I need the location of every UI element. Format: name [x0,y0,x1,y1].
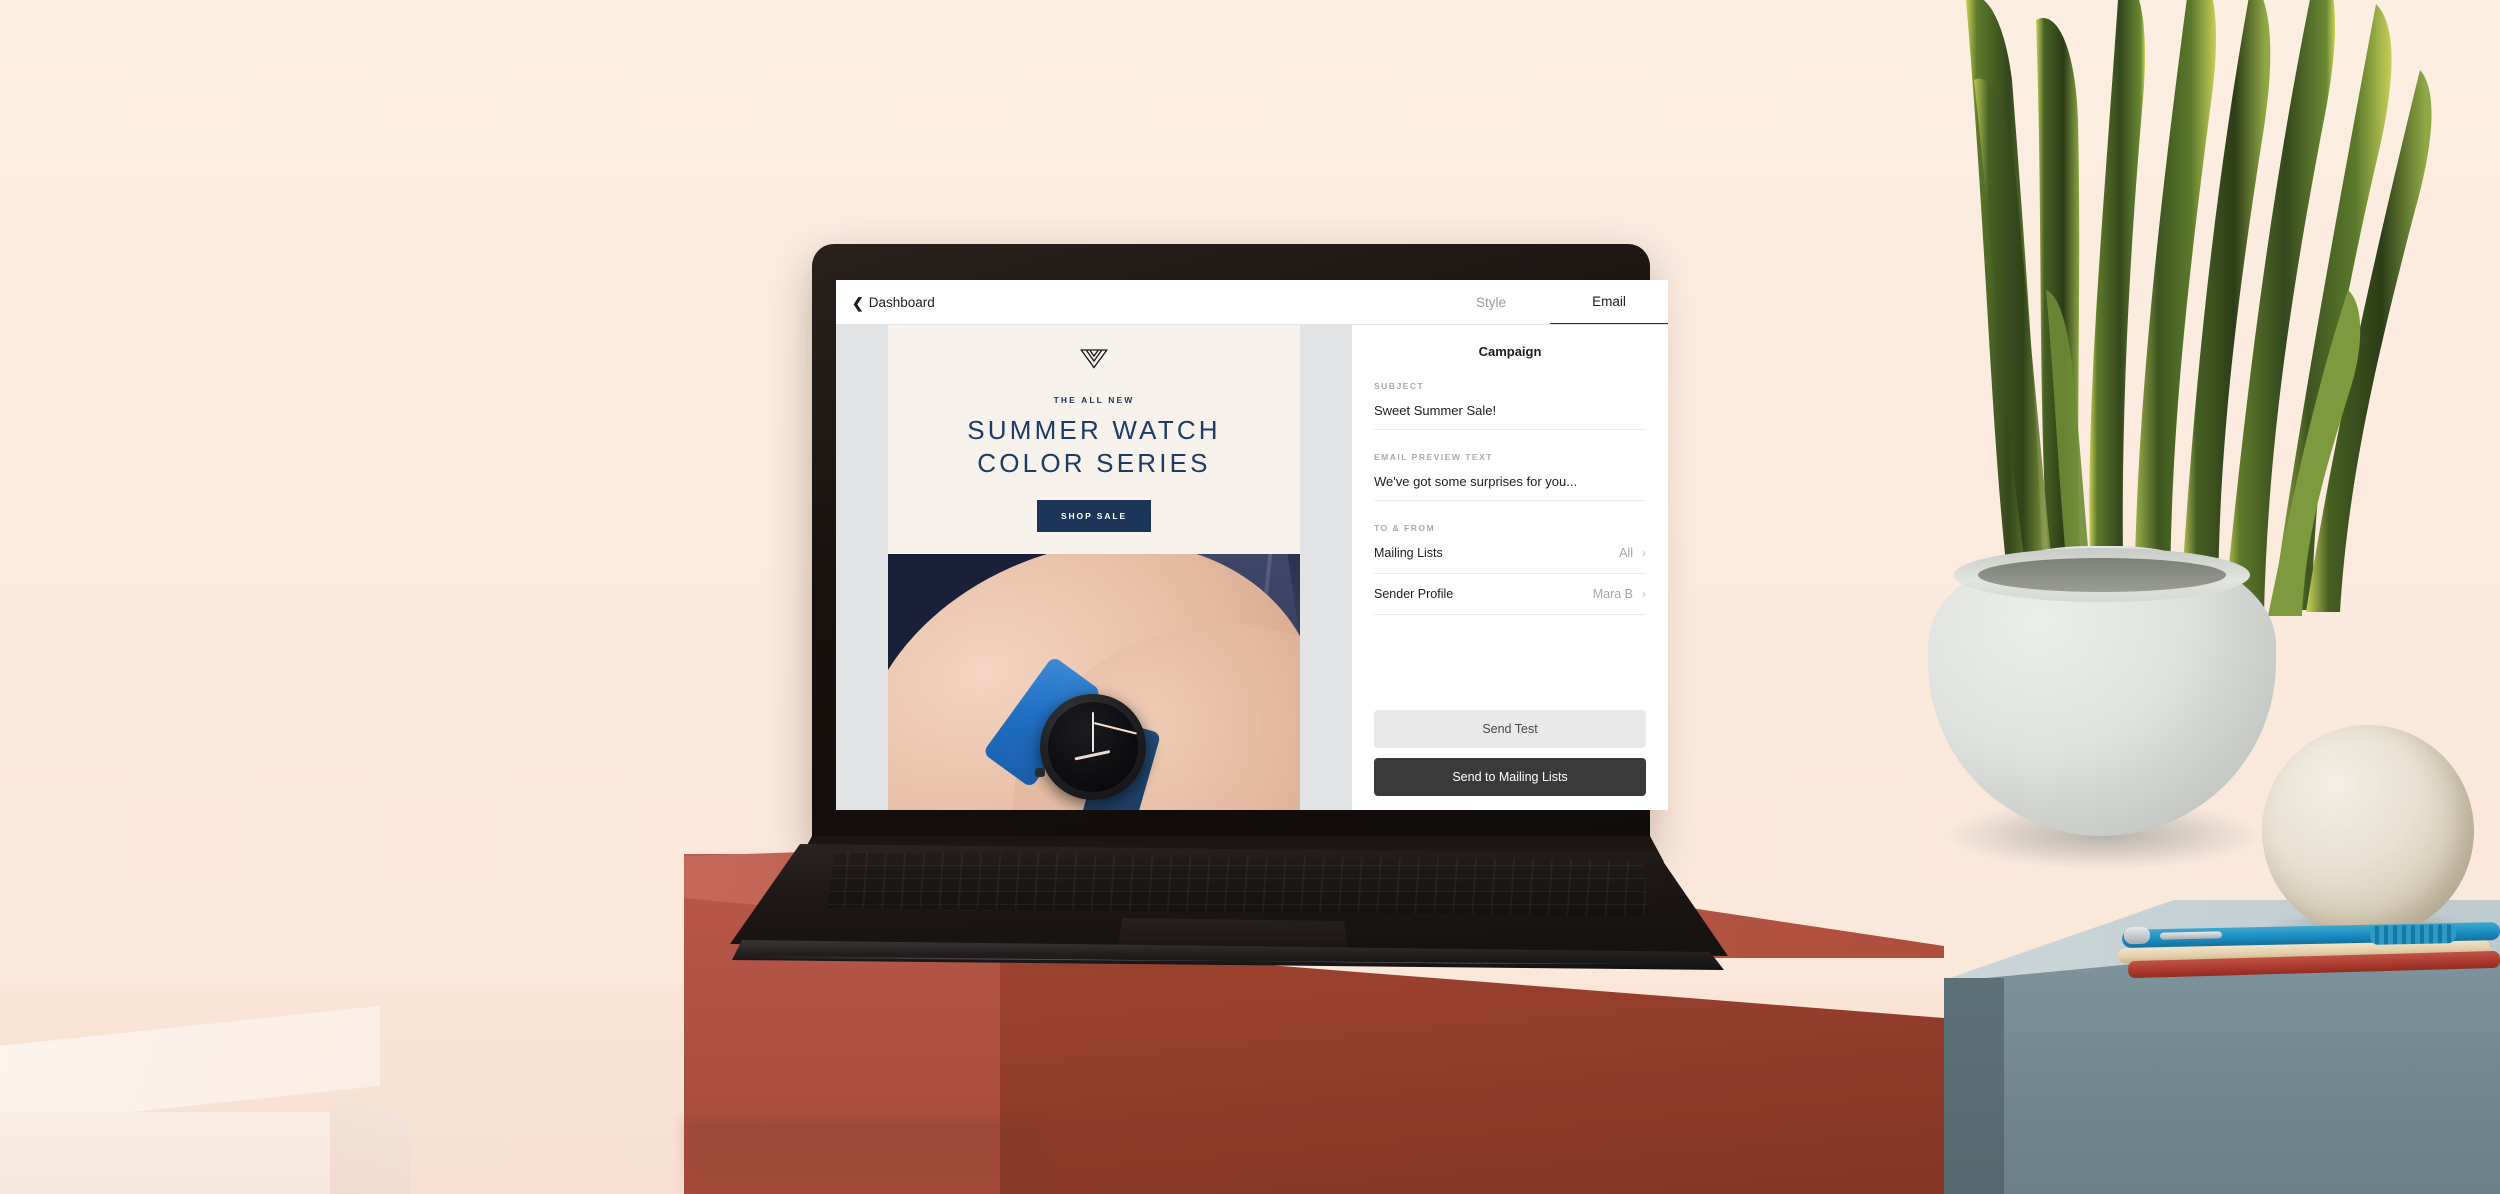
send-test-button[interactable]: Send Test [1374,710,1646,748]
blue-pedestal-side [1944,978,2004,1194]
panel-spacer [1374,615,1646,710]
laptop-screen: ❮ Dashboard Style Email THE ALL NEW SUMM… [836,280,1668,810]
preview-gutter-left [836,325,888,810]
back-button-label: Dashboard [868,295,935,310]
subject-value[interactable]: Sweet Summer Sale! [1374,403,1646,418]
watch-second-hand [1093,722,1137,735]
sender-profile-value: Mara B [1592,587,1633,601]
brand-logo-wrapper [888,325,1300,369]
laptop: ❮ Dashboard Style Email THE ALL NEW SUMM… [730,240,1728,970]
app-topbar: ❮ Dashboard Style Email [836,280,1668,325]
campaign-settings-panel: Campaign SUBJECT Sweet Summer Sale! EMAI… [1352,325,1668,810]
preview-text-field[interactable]: EMAIL PREVIEW TEXT We've got some surpri… [1374,430,1646,501]
pencil-clip [2159,931,2223,940]
watch-minute-hand [1092,712,1094,753]
mailing-lists-row[interactable]: Mailing Lists All › [1374,533,1646,574]
subject-label: SUBJECT [1374,381,1425,391]
red-pedestal-front-face [1000,944,1944,1194]
watch-crown [1035,768,1045,778]
email-canvas: THE ALL NEW SUMMER WATCH COLOR SERIES SH… [888,325,1300,810]
sender-profile-label: Sender Profile [1374,587,1454,601]
pencil-band [2123,926,2151,945]
snake-plant [1820,0,2500,620]
tab-style[interactable]: Style [1432,280,1550,325]
tab-style-label: Style [1475,294,1506,310]
email-preview-pane[interactable]: THE ALL NEW SUMMER WATCH COLOR SERIES SH… [836,325,1352,810]
email-headline: SUMMER WATCH COLOR SERIES [888,414,1300,480]
watch-face [1048,702,1138,793]
keyboard-keys[interactable] [828,852,1648,916]
chevron-right-icon: › [1642,546,1646,560]
headline-line-1: SUMMER WATCH [967,415,1221,445]
tab-email-label: Email [1592,294,1626,309]
product-photo-scene: ❮ Dashboard Style Email THE ALL NEW SUMM… [0,0,2500,1194]
mailing-lists-label: Mailing Lists [1374,546,1443,560]
app-body: THE ALL NEW SUMMER WATCH COLOR SERIES SH… [836,325,1668,810]
hero-image [888,554,1300,810]
to-and-from-label: TO & FROM [1374,523,1436,533]
blue-pedestal-face [1944,960,2500,1194]
laptop-base [718,844,1728,980]
headline-line-2: COLOR SERIES [977,448,1211,479]
tab-bar: Style Email [1432,280,1668,325]
preview-text-label: EMAIL PREVIEW TEXT [1374,452,1493,462]
chevron-right-icon: › [1642,587,1646,601]
email-campaign-app: ❮ Dashboard Style Email THE ALL NEW SUMM… [836,280,1668,810]
concrete-pot [1928,546,2276,846]
panel-title: Campaign [1478,344,1542,359]
mailing-lists-value: All [1619,546,1633,560]
wristwatch [1035,694,1146,801]
pencil-grip [2369,924,2457,945]
chevron-left-icon: ❮ [852,294,864,311]
stone-sphere [2262,725,2474,937]
w-crown-logo-icon [1080,349,1108,369]
sender-profile-row[interactable]: Sender Profile Mara B › [1374,574,1646,615]
white-plinth-face [0,1112,360,1194]
send-to-mailing-lists-button[interactable]: Send to Mailing Lists [1374,758,1646,796]
red-pedestal-shadow [684,1120,1044,1194]
shop-sale-button[interactable]: SHOP SALE [1036,500,1152,533]
preview-text-value[interactable]: We've got some surprises for you... [1374,474,1646,489]
subject-field[interactable]: SUBJECT Sweet Summer Sale! [1374,359,1646,430]
preview-gutter-right [1300,325,1352,810]
cta-wrapper: SHOP SALE [888,500,1300,533]
tab-email[interactable]: Email [1550,280,1668,325]
back-to-dashboard-button[interactable]: ❮ Dashboard [836,280,935,325]
email-kicker: THE ALL NEW [1053,395,1135,405]
